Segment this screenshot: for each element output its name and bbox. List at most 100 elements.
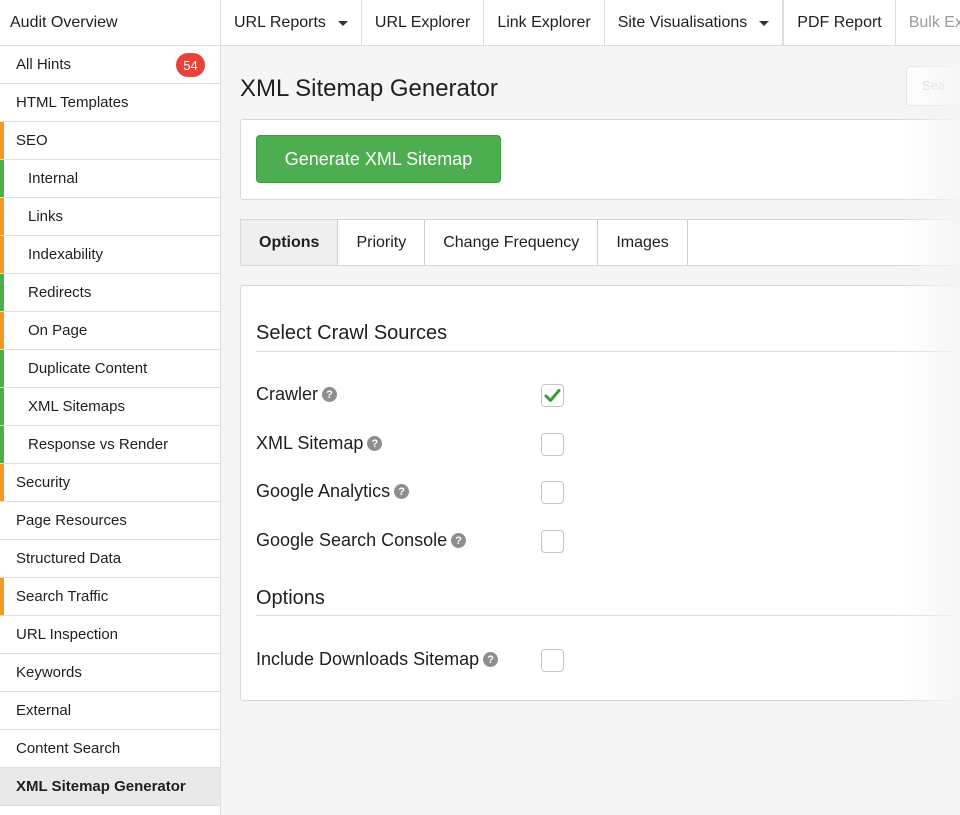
xml-sitemap-checkbox[interactable] [541,433,564,456]
option-label-text: Include Downloads Sitemap [256,649,480,669]
nav-pdf-report[interactable]: PDF Report [783,0,896,46]
crawler-label: Crawler ? [256,384,338,405]
help-icon[interactable]: ? [483,652,499,667]
sidebar-item-url-inspection[interactable]: URL Inspection [0,616,220,654]
sidebar-item-all-hints[interactable]: All Hints 54 [0,46,220,84]
status-bar [0,236,4,273]
sidebar-item-label: SEO [16,132,48,149]
tab-priority[interactable]: Priority [338,220,426,265]
sidebar-item-security[interactable]: Security [0,464,220,502]
help-icon[interactable]: ? [367,436,383,451]
tab-options[interactable]: Options [241,220,339,265]
sidebar-item-label: Keywords [16,664,82,681]
nav-site-visualisations-label: Site Visualisations [617,14,748,31]
sidebar-item-label: XML Sitemaps [28,398,125,415]
nav-site-visualisations[interactable]: Site Visualisations [605,0,784,46]
include-downloads-sitemap-checkbox[interactable] [541,649,564,672]
xml-sitemap-label: XML Sitemap ? [256,433,383,454]
sidebar-item-indexability[interactable]: Indexability [0,236,220,274]
sidebar-item-content-search[interactable]: Content Search [0,730,220,768]
sidebar-item-keywords[interactable]: Keywords [0,654,220,692]
sidebar-item-label: URL Inspection [16,626,118,643]
sidebar-item-label: Page Resources [16,512,127,529]
crawl-sources-heading: Select Crawl Sources [256,322,448,344]
nav-tabs: URL Reports URL Explorer Link Explorer S… [221,0,960,46]
status-bar [0,274,4,311]
sidebar-item-label: Indexability [28,246,104,263]
status-bar [0,84,4,121]
nav-link-explorer[interactable]: Link Explorer [484,0,605,46]
search-input[interactable]: Sea [906,66,960,106]
sidebar-item-structured-data[interactable]: Structured Data [0,540,220,578]
generate-xml-sitemap-button[interactable]: Generate XML Sitemap [256,135,501,183]
hints-count-badge: 54 [176,53,205,77]
nav-url-explorer[interactable]: URL Explorer [362,0,485,46]
status-bar [0,464,4,501]
sidebar-item-label: Internal [28,170,79,187]
google-search-console-checkbox[interactable] [541,530,564,553]
top-navigation-bar: Audit Overview URL Reports URL Explorer … [0,0,960,46]
crawler-checkbox[interactable] [541,384,564,407]
help-icon[interactable]: ? [451,533,467,548]
status-bar [0,768,4,805]
nav-url-reports[interactable]: URL Reports [221,0,362,46]
nav-bulk-export[interactable]: Bulk Expo [896,0,960,46]
status-bar [0,312,4,349]
checkmark-icon [544,389,561,402]
sidebar-item-xml-sitemaps[interactable]: XML Sitemaps [0,388,220,426]
tab-images[interactable]: Images [598,220,688,265]
google-analytics-label: Google Analytics ? [256,481,410,502]
sidebar-item-on-page[interactable]: On Page [0,312,220,350]
status-bar [0,46,4,83]
section-divider [256,351,960,352]
tab-change-frequency[interactable]: Change Frequency [425,220,599,265]
option-label-text: Crawler [256,384,319,404]
include-downloads-sitemap-label: Include Downloads Sitemap ? [256,649,499,670]
sidebar: All Hints 54 HTML Templates SEO Internal… [0,46,221,815]
sidebar-item-label: On Page [28,322,88,339]
sidebar-item-duplicate-content[interactable]: Duplicate Content [0,350,220,388]
sidebar-item-label: Duplicate Content [28,360,148,377]
status-bar [0,540,4,577]
option-label-text: Google Search Console [256,530,448,550]
status-bar [0,616,4,653]
google-analytics-checkbox[interactable] [541,481,564,504]
sidebar-item-redirects[interactable]: Redirects [0,274,220,312]
sidebar-item-external[interactable]: External [0,692,220,730]
status-bar [0,388,4,425]
status-bar [0,654,4,691]
option-label-text: XML Sitemap [256,433,364,453]
status-bar [0,198,4,235]
sidebar-item-label: Structured Data [16,550,122,567]
help-icon[interactable]: ? [394,484,410,499]
sidebar-item-label: XML Sitemap Generator [16,778,186,795]
options-heading: Options [256,587,325,609]
section-divider [256,615,960,616]
sidebar-item-response-vs-render[interactable]: Response vs Render [0,426,220,464]
sidebar-item-label: HTML Templates [16,94,129,111]
status-bar [0,426,4,463]
sidebar-item-html-templates[interactable]: HTML Templates [0,84,220,122]
sidebar-item-label: External [16,702,72,719]
status-bar [0,160,4,197]
sidebar-item-page-resources[interactable]: Page Resources [0,502,220,540]
nav-url-reports-label: URL Reports [234,14,326,31]
sidebar-item-search-traffic[interactable]: Search Traffic [0,578,220,616]
sidebar-item-label: Response vs Render [28,436,169,453]
help-icon[interactable]: ? [322,387,338,402]
page-title: XML Sitemap Generator [240,75,498,102]
sidebar-item-seo[interactable]: SEO [0,122,220,160]
chevron-down-icon [759,21,770,26]
status-bar [0,502,4,539]
sidebar-item-internal[interactable]: Internal [0,160,220,198]
sidebar-item-label: Links [28,208,64,225]
audit-overview-link[interactable]: Audit Overview [0,0,221,46]
sidebar-item-label: All Hints [16,56,72,73]
option-label-text: Google Analytics [256,481,391,501]
google-search-console-label: Google Search Console ? [256,530,467,551]
sidebar-item-links[interactable]: Links [0,198,220,236]
status-bar [0,730,4,767]
status-bar [0,578,4,615]
settings-tabs: Options Priority Change Frequency Images [240,219,960,266]
sidebar-item-xml-sitemap-generator[interactable]: XML Sitemap Generator [0,768,220,806]
